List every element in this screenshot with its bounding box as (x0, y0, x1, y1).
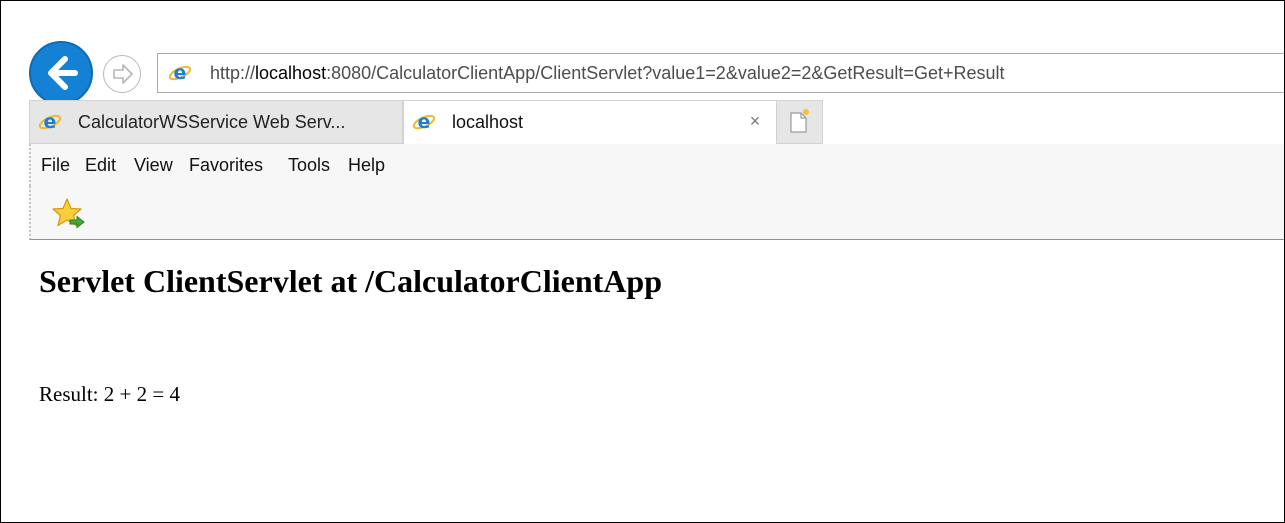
tab-calculator-ws-service[interactable]: e CalculatorWSService Web Serv... (29, 100, 403, 144)
back-button[interactable] (29, 41, 93, 105)
address-bar[interactable]: e http://localhost:8080/CalculatorClient… (157, 53, 1284, 93)
navigation-bar: e http://localhost:8080/CalculatorClient… (1, 1, 1284, 105)
menu-favorites[interactable]: Favorites (189, 155, 263, 176)
menu-file[interactable]: File (41, 155, 70, 176)
tab-label: localhost (452, 112, 524, 132)
url-host: localhost (255, 63, 327, 83)
result-text: Result: 2 + 2 = 4 (39, 382, 180, 406)
ie-icon: e (168, 62, 192, 84)
tab-strip: e CalculatorWSService Web Serv... e loca… (1, 100, 1284, 144)
ie-icon: e (412, 111, 436, 133)
url-text: http://localhost:8080/CalculatorClientAp… (210, 63, 1005, 84)
new-tab-button[interactable] (777, 100, 823, 144)
ie-icon: e (38, 111, 62, 133)
forward-arrow-icon (113, 64, 133, 84)
page-title: Servlet ClientServlet at /CalculatorClie… (39, 263, 662, 299)
favorites-bar (29, 186, 1284, 240)
svg-text:e: e (174, 62, 187, 84)
new-tab-icon (790, 109, 809, 133)
url-prefix: http:// (210, 63, 256, 83)
forward-button[interactable] (103, 55, 141, 93)
url-path: :8080/CalculatorClientApp/ClientServlet?… (326, 63, 1005, 83)
svg-text:e: e (44, 111, 57, 133)
back-arrow-icon (48, 56, 78, 90)
menu-tools[interactable]: Tools (288, 155, 330, 176)
menu-edit[interactable]: Edit (85, 155, 116, 176)
tab-label: CalculatorWSService Web Serv... (78, 112, 346, 132)
add-to-favorites-bar-icon[interactable] (51, 196, 87, 232)
close-tab-icon[interactable]: × (744, 110, 766, 132)
svg-text:e: e (418, 111, 431, 133)
browser-window: e http://localhost:8080/CalculatorClient… (0, 0, 1285, 523)
menu-help[interactable]: Help (348, 155, 385, 176)
menu-bar: File Edit View Favorites Tools Help (29, 144, 1284, 186)
menu-view[interactable]: View (134, 155, 173, 176)
tab-localhost[interactable]: e localhost × (403, 100, 777, 144)
